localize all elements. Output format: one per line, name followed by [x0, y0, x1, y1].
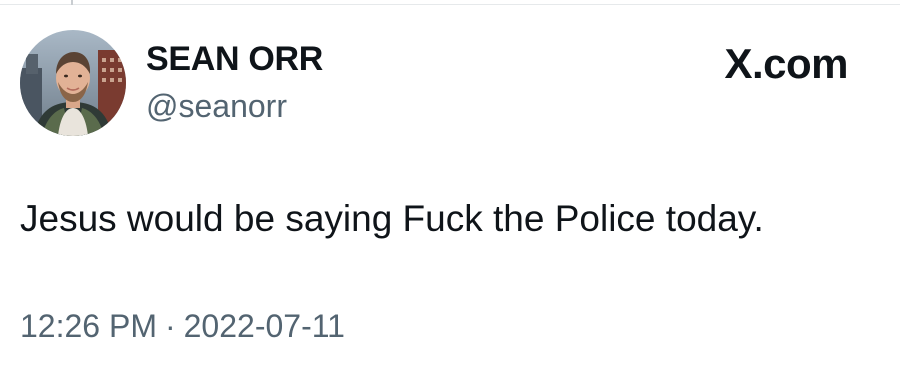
avatar[interactable]	[20, 30, 126, 136]
post-meta: 12:26 PM · 2022-07-11	[20, 308, 345, 345]
top-divider-tick	[71, 0, 73, 5]
profile-photo-icon	[20, 30, 126, 136]
brand-logo: X.com	[724, 40, 848, 87]
author-handle[interactable]: @seanorr	[146, 88, 287, 125]
post-time[interactable]: 12:26 PM	[20, 308, 157, 344]
post-date[interactable]: 2022-07-11	[184, 308, 345, 344]
author-display-name[interactable]: SEAN ORR	[146, 40, 323, 79]
post-text: Jesus would be saying Fuck the Police to…	[20, 198, 764, 239]
meta-separator: ·	[164, 308, 176, 344]
top-divider	[0, 0, 900, 5]
